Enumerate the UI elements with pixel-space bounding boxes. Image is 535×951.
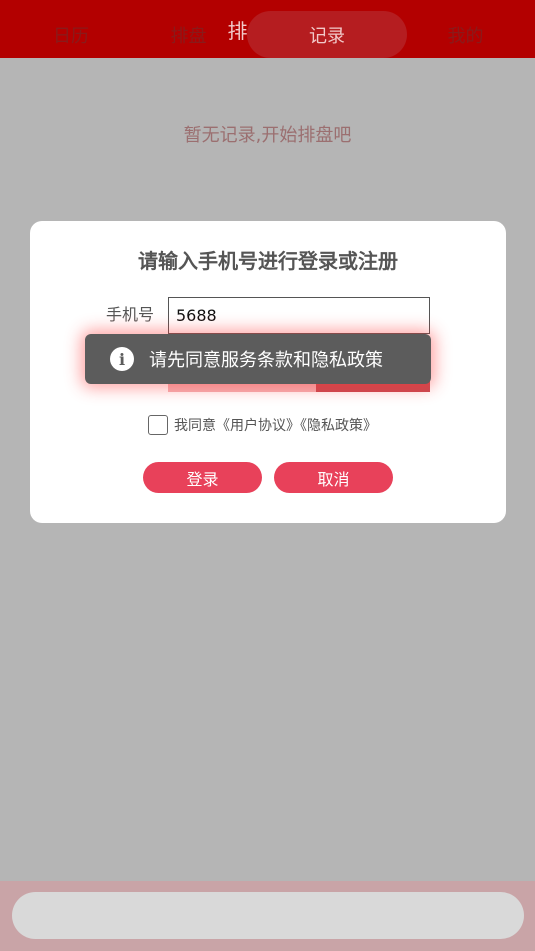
agree-checkbox[interactable] [148, 415, 168, 435]
tab-paipan[interactable]: 排盘 [130, 11, 247, 58]
login-button[interactable]: 登录 [143, 462, 262, 493]
agreement-row: 我同意《用户协议》《隐私政策》 [148, 415, 377, 435]
tab-records[interactable]: 记录 [247, 11, 407, 58]
empty-state-text: 暂无记录,开始排盘吧 [183, 125, 352, 146]
dialog-title: 请输入手机号进行登录或注册 [138, 249, 398, 273]
phone-input[interactable] [168, 297, 430, 334]
tabbar-track [12, 892, 524, 939]
bottom-tabbar [0, 881, 535, 951]
tab-calendar[interactable]: 日历 [12, 11, 130, 58]
toast-text: 请先同意服务条款和隐私政策 [149, 350, 383, 371]
info-icon: i [110, 347, 134, 371]
phone-label: 手机号 [106, 305, 155, 324]
tab-mine[interactable]: 我的 [407, 11, 524, 58]
toast-message: i 请先同意服务条款和隐私政策 [85, 334, 431, 384]
cancel-button[interactable]: 取消 [274, 462, 393, 493]
agreement-text[interactable]: 我同意《用户协议》《隐私政策》 [174, 415, 377, 435]
